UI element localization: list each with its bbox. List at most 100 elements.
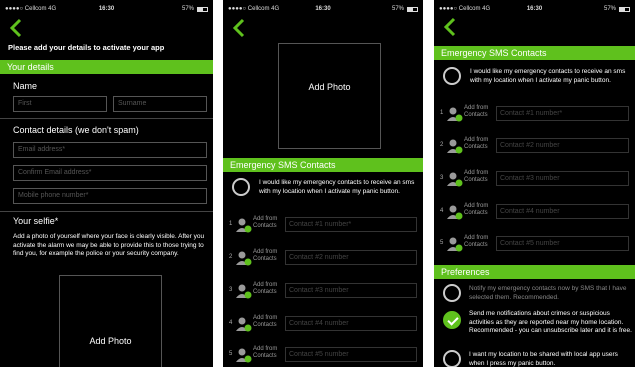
person-add-icon[interactable] <box>235 217 253 233</box>
contact-number-input[interactable]: Contact #5 number <box>496 236 629 251</box>
add-from-contacts-label[interactable]: Add from Contacts <box>464 203 488 217</box>
mobile-phone-input[interactable]: Mobile phone number* <box>13 188 207 204</box>
battery-percent: 57% <box>181 6 194 12</box>
instruction-text: Please add your details to activate your… <box>8 43 165 52</box>
add-from-contacts-label[interactable]: Add from Contacts <box>464 105 488 119</box>
screen-photo-and-contacts: ●●●●○ Cellcom 4G 16:30 57% Add Photo Eme… <box>223 0 423 367</box>
contact-row-number: 3 <box>229 287 233 293</box>
add-from-text: Add from <box>464 203 489 209</box>
contact-number-input[interactable]: Contact #4 number <box>285 316 417 331</box>
preferences-header: Preferences <box>434 265 635 279</box>
emergency-sms-header: Emergency SMS Contacts <box>434 46 635 60</box>
add-from-contacts-label[interactable]: Add from Contacts <box>253 315 277 329</box>
add-photo-button[interactable]: Add Photo <box>59 275 162 367</box>
person-add-icon[interactable] <box>235 316 253 332</box>
contacts-text: Contacts <box>464 144 488 150</box>
contact-row-number: 1 <box>440 110 444 116</box>
add-from-text: Add from <box>253 346 278 352</box>
contacts-text: Contacts <box>464 177 488 183</box>
contact-row-number: 5 <box>229 351 233 357</box>
email-input[interactable]: Email address* <box>13 142 207 158</box>
contacts-text: Contacts <box>464 112 488 118</box>
battery-icon <box>197 7 208 12</box>
emergency-sms-header: Emergency SMS Contacts <box>223 158 423 172</box>
contact-row: 3 Add from Contacts Contact #3 number <box>223 279 423 303</box>
contact-row: 4 Add from Contacts Contact #4 number <box>223 312 423 336</box>
add-from-contacts-label[interactable]: Add from Contacts <box>253 216 277 230</box>
person-add-icon[interactable] <box>235 250 253 266</box>
contact-row: 1 Add from Contacts Contact #1 number* <box>434 102 635 126</box>
sms-option-text: I would like my emergency contacts to re… <box>470 68 626 84</box>
add-from-contacts-label[interactable]: Add from Contacts <box>464 170 488 184</box>
add-photo-label: Add Photo <box>308 82 351 92</box>
contact-number-input[interactable]: Contact #2 number <box>496 138 629 153</box>
add-from-contacts-label[interactable]: Add from Contacts <box>253 282 277 296</box>
contacts-text: Contacts <box>253 353 277 359</box>
sms-option-radio[interactable] <box>232 178 250 196</box>
contacts-text: Contacts <box>253 223 277 229</box>
contact-details-label: Contact details (we don't spam) <box>13 125 139 135</box>
add-from-text: Add from <box>464 235 489 241</box>
clock: 16:30 <box>526 6 543 12</box>
person-add-icon[interactable] <box>446 138 464 154</box>
crime-notifications-checkbox[interactable] <box>443 311 461 329</box>
add-from-contacts-label[interactable]: Add from Contacts <box>253 249 277 263</box>
battery-percent: 57% <box>603 6 616 12</box>
confirm-email-input[interactable]: Confirm Email address* <box>13 165 207 181</box>
clock: 16:30 <box>98 6 115 12</box>
divider <box>0 118 213 119</box>
contact-number-input[interactable]: Contact #3 number <box>285 283 417 298</box>
add-from-text: Add from <box>464 105 489 111</box>
contact-row: 3 Add from Contacts Contact #3 number <box>434 167 635 191</box>
add-from-contacts-label[interactable]: Add from Contacts <box>464 137 488 151</box>
clock: 16:30 <box>315 6 331 12</box>
contact-number-input[interactable]: Contact #2 number <box>285 250 417 265</box>
add-photo-label: Add Photo <box>89 336 132 346</box>
battery-icon <box>619 7 630 12</box>
contact-number-input[interactable]: Contact #4 number <box>496 204 629 219</box>
notify-contacts-radio[interactable] <box>443 284 461 302</box>
contact-row: 5 Add from Contacts Contact #5 number <box>223 343 423 367</box>
contact-number-input[interactable]: Contact #5 number <box>285 347 417 362</box>
battery-percent: 57% <box>391 6 404 12</box>
notify-contacts-text: Notify my emergency contacts now by SMS … <box>469 285 627 301</box>
contact-number-input[interactable]: Contact #1 number* <box>285 217 417 232</box>
contacts-text: Contacts <box>464 242 488 248</box>
contact-number-input[interactable]: Contact #1 number* <box>496 106 629 121</box>
add-from-contacts-label[interactable]: Add from Contacts <box>253 346 277 360</box>
name-label: Name <box>13 81 38 91</box>
surname-input[interactable]: Surname <box>113 96 207 112</box>
sms-option-radio[interactable] <box>443 67 461 85</box>
status-bar: ●●●●○ Cellcom 4G 16:30 57% <box>228 6 418 16</box>
add-from-text: Add from <box>253 282 278 288</box>
share-location-radio[interactable] <box>443 350 461 367</box>
crime-notifications-text: Send me notifications about crimes or su… <box>469 310 632 334</box>
back-chevron-icon[interactable] <box>8 18 24 38</box>
status-bar: ●●●●○ Cellcom 4G 16:30 57% <box>439 6 630 16</box>
person-add-icon[interactable] <box>235 283 253 299</box>
contacts-text: Contacts <box>253 322 277 328</box>
your-details-header: Your details <box>0 60 213 74</box>
person-add-icon[interactable] <box>446 204 464 220</box>
back-chevron-icon[interactable] <box>231 18 247 38</box>
contact-row-number: 2 <box>440 142 444 148</box>
add-from-text: Add from <box>464 170 489 176</box>
person-add-icon[interactable] <box>446 236 464 252</box>
person-add-icon[interactable] <box>446 106 464 122</box>
add-from-text: Add from <box>253 249 278 255</box>
contact-row: 2 Add from Contacts Contact #2 number <box>434 134 635 158</box>
contact-number-input[interactable]: Contact #3 number <box>496 171 629 186</box>
selfie-description: Add a photo of yourself where your face … <box>13 233 205 257</box>
status-bar: ●●●●○ Cellcom 4G 16:30 57% <box>5 6 208 16</box>
contacts-text: Contacts <box>464 210 488 216</box>
add-photo-button[interactable]: Add Photo <box>278 43 381 149</box>
first-name-input[interactable]: First <box>13 96 107 112</box>
back-chevron-icon[interactable] <box>442 17 458 37</box>
contacts-text: Contacts <box>253 289 277 295</box>
contact-row-number: 2 <box>229 254 233 260</box>
person-add-icon[interactable] <box>446 171 464 187</box>
add-from-contacts-label[interactable]: Add from Contacts <box>464 235 488 249</box>
contact-row: 2 Add from Contacts Contact #2 number <box>223 246 423 270</box>
person-add-icon[interactable] <box>235 347 253 363</box>
contact-row-number: 5 <box>440 240 444 246</box>
